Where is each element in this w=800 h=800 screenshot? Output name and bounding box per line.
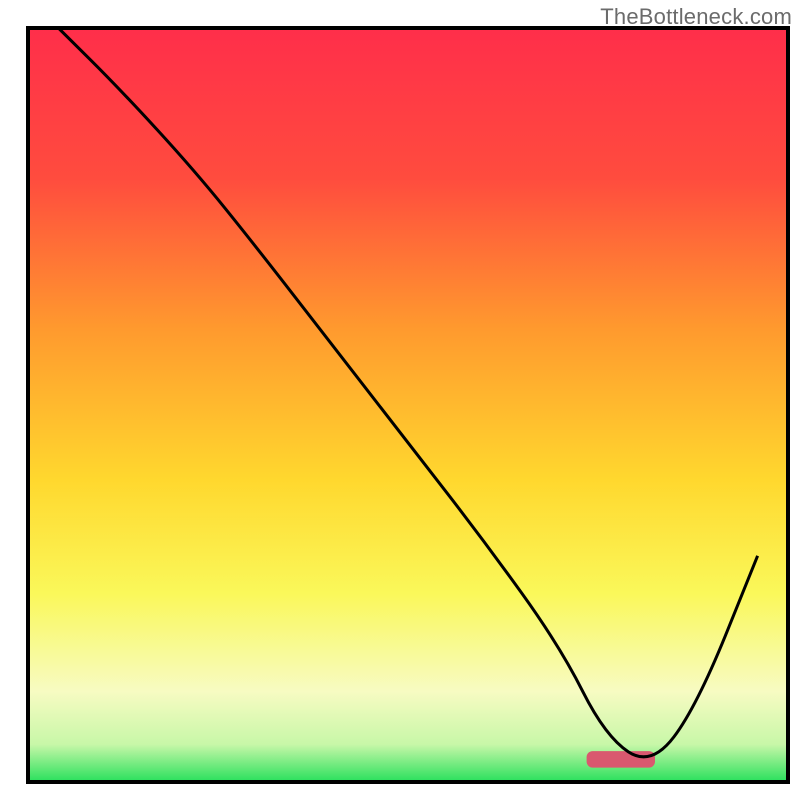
optimal-marker: [587, 751, 655, 768]
gradient-background: [28, 28, 788, 782]
watermark-text: TheBottleneck.com: [600, 4, 792, 30]
chart-svg: [0, 0, 800, 800]
bottleneck-chart: TheBottleneck.com: [0, 0, 800, 800]
